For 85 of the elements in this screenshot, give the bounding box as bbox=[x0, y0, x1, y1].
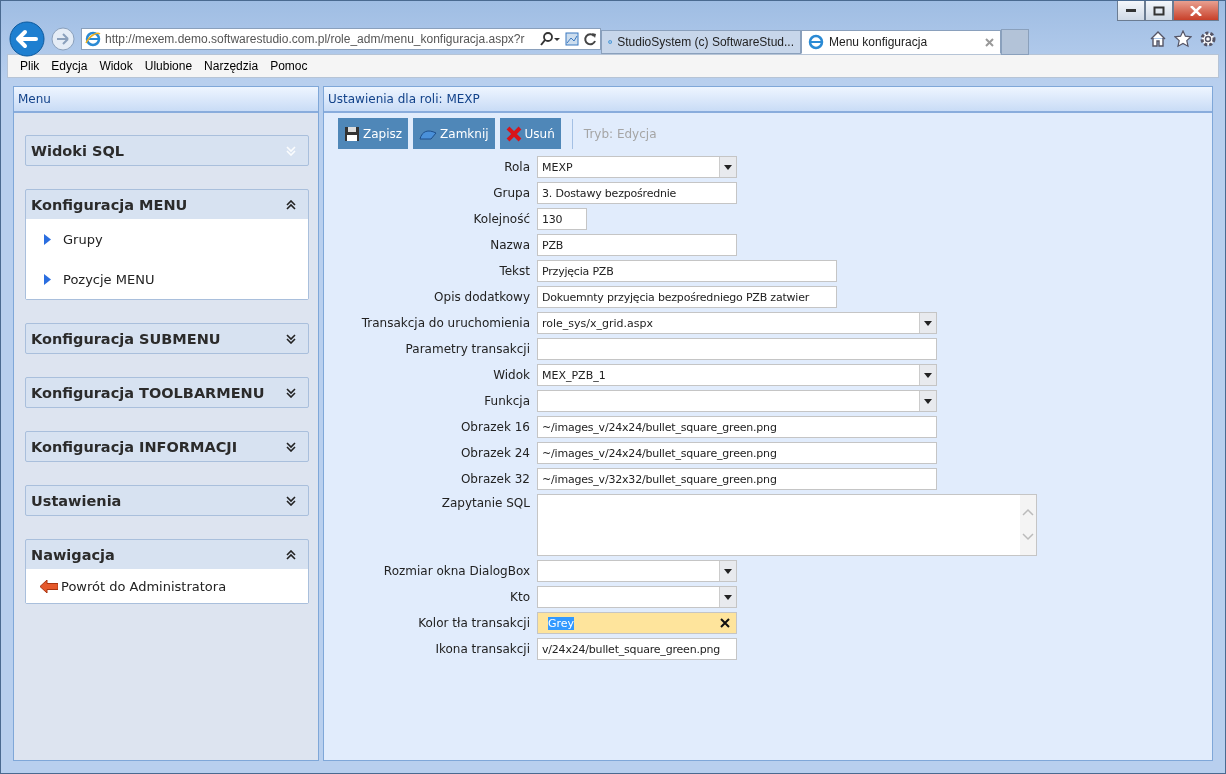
text-field[interactable]: Dokuemnty przyjęcia bezpośredniego PZB zatwier bbox=[537, 286, 837, 308]
menu-item[interactable]: Ulubione bbox=[138, 59, 199, 73]
field-label: Ikona transakcji bbox=[434, 642, 530, 656]
field-label: Kolejność bbox=[472, 212, 530, 226]
collapse-chevron-icon bbox=[286, 549, 296, 560]
panel-title: Menu bbox=[18, 92, 51, 106]
accordion-header[interactable]: Konfiguracja INFORMACJI bbox=[26, 432, 308, 461]
text-field[interactable]: ~/images_v/24x24/bullet_square_green.png bbox=[537, 416, 937, 438]
maximize-button[interactable] bbox=[1145, 1, 1173, 21]
field-label: Obrazek 32 bbox=[459, 472, 530, 486]
field-label: Kto bbox=[509, 590, 530, 604]
field-label: Rozmiar okna DialogBox bbox=[382, 564, 530, 578]
refresh-icon[interactable] bbox=[583, 32, 597, 46]
triangle-bullet-icon bbox=[44, 273, 51, 285]
sidebar-link[interactable]: Grupy bbox=[26, 225, 308, 253]
back-button[interactable] bbox=[9, 21, 45, 57]
mode-label: Tryb: Edycja bbox=[583, 126, 657, 141]
close-icon bbox=[1190, 5, 1202, 16]
panel-title: Ustawienia dla roli: MEXP bbox=[328, 92, 480, 106]
text-field[interactable] bbox=[537, 338, 937, 360]
close-button[interactable] bbox=[1173, 1, 1219, 21]
expand-chevron-icon bbox=[286, 387, 296, 398]
text-field[interactable]: 3. Dostawy bezpośrednie bbox=[537, 182, 737, 204]
accordion-header[interactable]: Konfiguracja MENU bbox=[26, 190, 308, 219]
field-label: Zapytanie SQL bbox=[440, 495, 530, 510]
field-label: Funkcja bbox=[483, 394, 530, 408]
field-label: Nazwa bbox=[489, 238, 530, 252]
text-field[interactable]: ~/images_v/24x24/bullet_square_green.png bbox=[537, 442, 937, 464]
expand-chevron-icon bbox=[286, 441, 296, 452]
text-field[interactable]: v/24x24/bullet_square_green.png bbox=[537, 638, 737, 660]
close-button[interactable]: Zamknij bbox=[413, 118, 495, 149]
dropdown-field[interactable] bbox=[537, 560, 737, 582]
search-icon[interactable] bbox=[539, 32, 561, 46]
field-label: Obrazek 16 bbox=[459, 420, 530, 434]
delete-icon bbox=[505, 125, 522, 142]
field-label: Transakcja do uruchomienia bbox=[360, 316, 530, 330]
dropdown-field[interactable]: MEX_PZB_1 bbox=[537, 364, 937, 386]
field-label: Grupa bbox=[492, 186, 530, 200]
accordion-header[interactable]: Ustawienia bbox=[26, 486, 308, 515]
menu-item[interactable]: Pomoc bbox=[264, 59, 314, 73]
delete-button[interactable]: Usuń bbox=[499, 118, 561, 149]
accordion-header[interactable]: Nawigacja bbox=[26, 540, 308, 569]
menu-item[interactable]: Widok bbox=[93, 59, 139, 73]
text-field[interactable]: ~/images_v/32x32/bullet_square_green.png bbox=[537, 468, 937, 490]
text-field[interactable]: 130 bbox=[537, 208, 587, 230]
field-label: Widok bbox=[492, 368, 530, 382]
dropdown-field[interactable] bbox=[537, 586, 737, 608]
save-button[interactable]: Zapisz bbox=[338, 118, 409, 149]
address-bar[interactable]: http://mexem.demo.softwarestudio.com.pl/role_adm/menu_konfiguracja.aspx?r bbox=[81, 28, 601, 50]
field-label: Obrazek 24 bbox=[459, 446, 530, 460]
browser-tab[interactable]: StudioSystem (c) SoftwareStud... bbox=[601, 30, 801, 54]
dropdown-field[interactable] bbox=[537, 390, 937, 412]
clear-icon[interactable] bbox=[720, 618, 730, 628]
minimize-button[interactable] bbox=[1117, 1, 1145, 21]
collapse-chevron-icon bbox=[286, 199, 296, 210]
menu-item[interactable]: Narzędzia bbox=[198, 59, 265, 73]
accordion-header[interactable]: Konfiguracja SUBMENU bbox=[26, 324, 308, 353]
expand-chevron-icon bbox=[286, 333, 296, 344]
expand-chevron-icon bbox=[286, 495, 296, 506]
browser-logo-icon bbox=[85, 31, 101, 47]
close-tab-icon[interactable] bbox=[985, 37, 994, 47]
accordion-header[interactable]: Konfiguracja TOOLBARMENU bbox=[26, 378, 308, 407]
menu-item[interactable]: Plik bbox=[14, 59, 46, 73]
field-label: Tekst bbox=[498, 264, 530, 278]
expand-chevron-icon bbox=[286, 145, 296, 156]
settings-icon[interactable] bbox=[1199, 30, 1217, 48]
text-field[interactable]: PZB bbox=[537, 234, 737, 256]
field-label: Rola bbox=[503, 160, 530, 174]
field-label: Parametry transakcji bbox=[404, 342, 530, 356]
dropdown-field[interactable]: MEXP bbox=[537, 156, 737, 178]
text-field[interactable]: Przyjęcia PZB bbox=[537, 260, 837, 282]
home-icon[interactable] bbox=[1149, 30, 1167, 48]
menu-item[interactable]: Edycja bbox=[45, 59, 94, 73]
triangle-bullet-icon bbox=[44, 233, 51, 245]
sidebar-link[interactable]: Pozycje MENU bbox=[26, 265, 308, 293]
favorites-star-icon[interactable] bbox=[1174, 30, 1192, 48]
minimize-icon bbox=[1126, 9, 1136, 12]
field-label: Kolor tła transakcji bbox=[417, 616, 530, 630]
maximize-icon bbox=[1153, 5, 1165, 16]
left-arrow-icon bbox=[40, 579, 58, 593]
dropdown-field[interactable]: role_sys/x_grid.aspx bbox=[537, 312, 937, 334]
scrollbar-arrows-icon[interactable] bbox=[1020, 495, 1036, 555]
field-label: Opis dodatkowy bbox=[433, 290, 530, 304]
browser-tab[interactable]: Menu konfiguracja bbox=[801, 30, 1001, 54]
accordion-header[interactable]: Widoki SQL bbox=[26, 136, 308, 165]
